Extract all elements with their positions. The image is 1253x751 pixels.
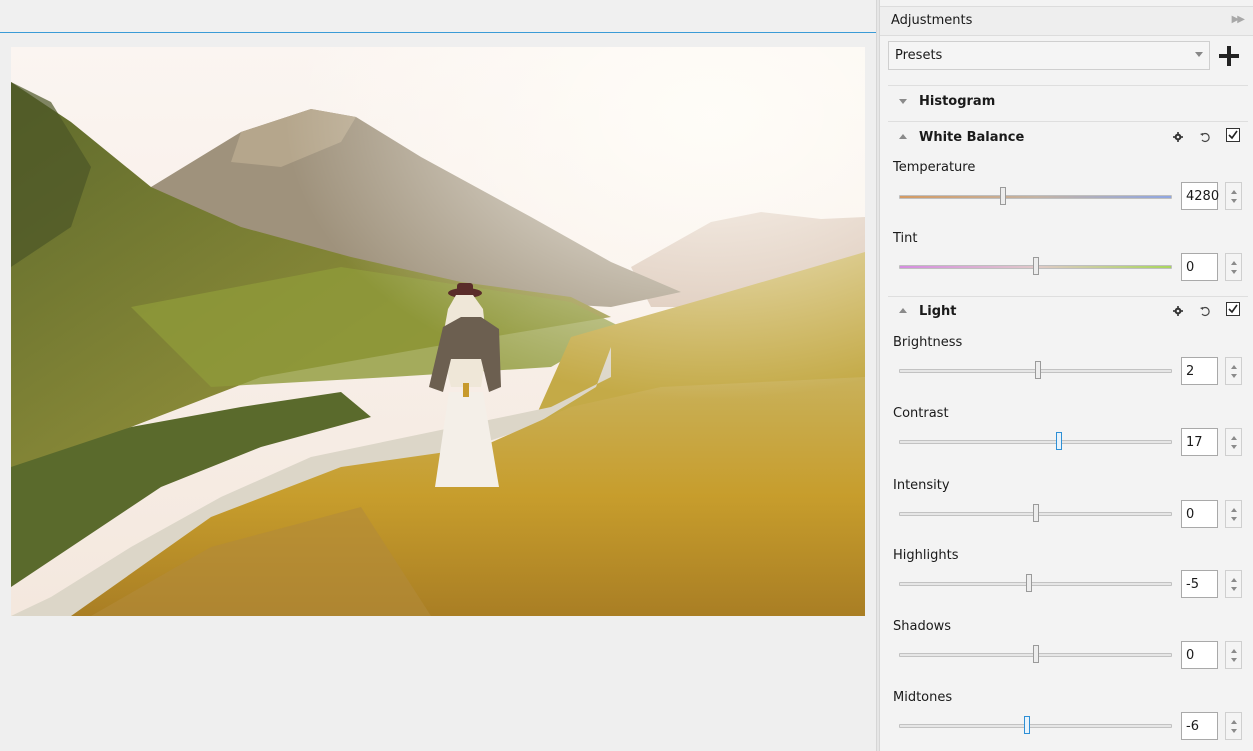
midtones-slider[interactable] (899, 716, 1172, 734)
slider-thumb[interactable] (1032, 257, 1039, 275)
brightness-stepper[interactable] (1225, 357, 1242, 385)
slider-track (899, 195, 1172, 199)
highlights-stepper[interactable] (1225, 570, 1242, 598)
collapse-triangle-icon (899, 308, 907, 313)
section-light[interactable]: Light (880, 299, 1253, 325)
slider-track (899, 440, 1172, 444)
stepper-up-icon[interactable] (1231, 720, 1237, 724)
panel-header: Adjustments ▶▶ (880, 6, 1253, 36)
expand-triangle-icon (899, 99, 907, 104)
temperature-stepper[interactable] (1225, 182, 1242, 210)
slider-track (899, 724, 1172, 728)
intensity-slider[interactable] (899, 504, 1172, 522)
section-histogram[interactable]: Histogram (880, 89, 1253, 115)
plus-icon[interactable] (1219, 46, 1239, 66)
slider-thumb[interactable] (999, 187, 1006, 205)
stepper-up-icon[interactable] (1231, 365, 1237, 369)
brightness-slider[interactable] (899, 361, 1172, 379)
temperature-slider[interactable] (899, 187, 1172, 205)
stepper-down-icon[interactable] (1231, 199, 1237, 203)
presets-dropdown[interactable]: Presets (888, 41, 1210, 70)
slider-thumb[interactable] (1032, 504, 1039, 522)
highlights-input[interactable]: -5 (1181, 570, 1218, 598)
contrast-slider[interactable] (899, 432, 1172, 450)
highlights-label: Highlights (893, 548, 959, 563)
gear-icon[interactable] (1173, 132, 1183, 142)
shadows-input[interactable]: 0 (1181, 641, 1218, 669)
stepper-up-icon[interactable] (1231, 578, 1237, 582)
slider-thumb[interactable] (1035, 361, 1042, 379)
stepper-down-icon[interactable] (1231, 517, 1237, 521)
double-chevron-right-icon[interactable]: ▶▶ (1232, 14, 1245, 25)
slider-thumb[interactable] (1024, 716, 1031, 734)
stepper-up-icon[interactable] (1231, 261, 1237, 265)
section-title: Light (919, 304, 957, 319)
photo-preview[interactable] (11, 47, 865, 616)
temperature-label: Temperature (893, 160, 976, 175)
stepper-down-icon[interactable] (1231, 374, 1237, 378)
divider (888, 85, 1248, 86)
collapse-triangle-icon (899, 134, 907, 139)
presets-selected-value: Presets (895, 48, 943, 63)
stepper-down-icon[interactable] (1231, 270, 1237, 274)
tint-input[interactable]: 0 (1181, 253, 1218, 281)
brightness-label: Brightness (893, 335, 963, 350)
tint-label: Tint (893, 231, 918, 246)
panel-title: Adjustments (891, 13, 973, 28)
slider-thumb[interactable] (1055, 432, 1062, 450)
section-title: White Balance (919, 130, 1025, 145)
temperature-input[interactable]: 4280 (1181, 182, 1219, 210)
section-title: Histogram (919, 94, 996, 109)
image-canvas-area (0, 0, 876, 751)
stepper-up-icon[interactable] (1231, 649, 1237, 653)
stepper-up-icon[interactable] (1231, 508, 1237, 512)
adjustments-panel: Adjustments ▶▶ Presets Histogram White B… (880, 0, 1253, 751)
intensity-stepper[interactable] (1225, 500, 1242, 528)
contrast-input[interactable]: 17 (1181, 428, 1218, 456)
landscape-photo (11, 47, 865, 616)
slider-track (899, 582, 1172, 586)
highlights-slider[interactable] (899, 574, 1172, 592)
slider-thumb[interactable] (1025, 574, 1032, 592)
contrast-label: Contrast (893, 406, 949, 421)
stepper-down-icon[interactable] (1231, 587, 1237, 591)
section-white-balance[interactable]: White Balance (880, 125, 1253, 151)
stepper-down-icon[interactable] (1231, 445, 1237, 449)
shadows-label: Shadows (893, 619, 952, 634)
intensity-input[interactable]: 0 (1181, 500, 1218, 528)
tint-slider[interactable] (899, 257, 1172, 275)
divider (888, 296, 1248, 297)
stepper-down-icon[interactable] (1231, 658, 1237, 662)
intensity-label: Intensity (893, 478, 950, 493)
canvas-tab-bar (0, 0, 876, 33)
midtones-label: Midtones (893, 690, 953, 705)
checkbox-checked-icon[interactable] (1226, 302, 1240, 316)
tint-stepper[interactable] (1225, 253, 1242, 281)
stepper-up-icon[interactable] (1231, 190, 1237, 194)
reset-icon[interactable] (1199, 131, 1211, 143)
brightness-input[interactable]: 2 (1181, 357, 1218, 385)
reset-icon[interactable] (1199, 305, 1211, 317)
shadows-stepper[interactable] (1225, 641, 1242, 669)
stepper-down-icon[interactable] (1231, 729, 1237, 733)
divider (888, 121, 1248, 122)
checkbox-checked-icon[interactable] (1226, 128, 1240, 142)
slider-thumb[interactable] (1032, 645, 1039, 663)
gear-icon[interactable] (1173, 306, 1183, 316)
chevron-down-icon (1195, 52, 1203, 57)
contrast-stepper[interactable] (1225, 428, 1242, 456)
midtones-input[interactable]: -6 (1181, 712, 1218, 740)
midtones-stepper[interactable] (1225, 712, 1242, 740)
shadows-slider[interactable] (899, 645, 1172, 663)
stepper-up-icon[interactable] (1231, 436, 1237, 440)
